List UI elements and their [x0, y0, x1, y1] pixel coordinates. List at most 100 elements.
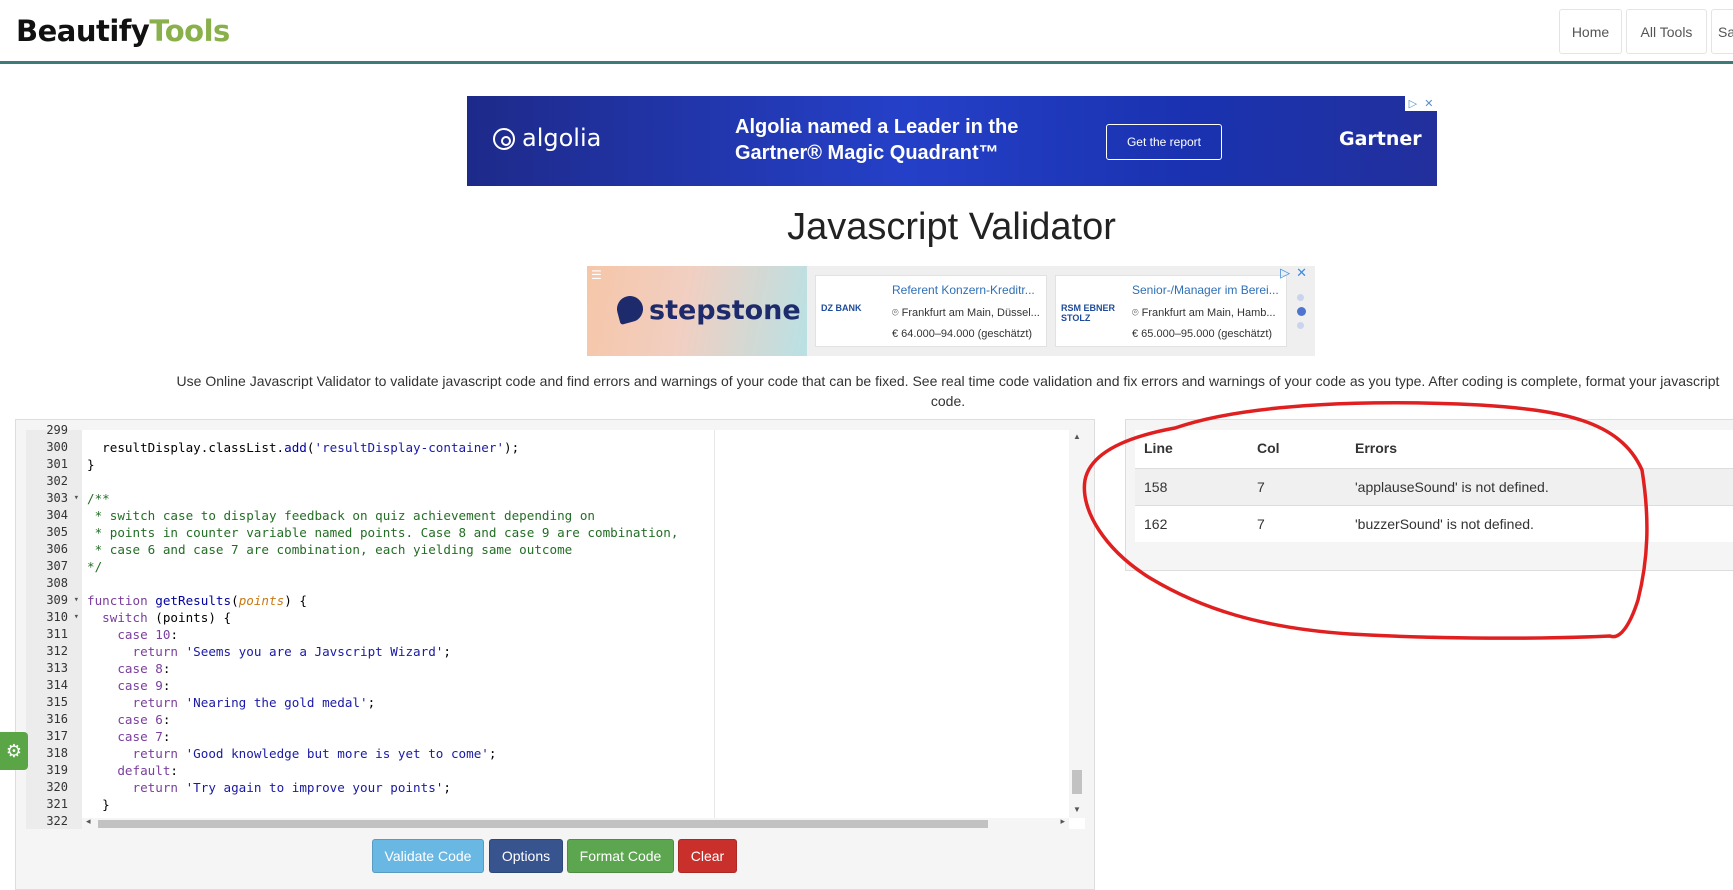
fold-toggle-icon[interactable]: ▾ [74, 592, 79, 609]
job-salary: € 64.000–94.000 (geschätzt) [892, 328, 1033, 340]
line-number: 310 ▾ [46, 609, 79, 626]
code-line[interactable]: */ [87, 558, 102, 575]
code-line[interactable]: case 7: [87, 728, 170, 745]
line-number: 305 [46, 525, 68, 539]
ad-banner-algolia[interactable]: algolia Algolia named a Leader in the Ga… [467, 96, 1437, 186]
top-navbar: BeautifyTools Home All Tools Sa [0, 0, 1733, 64]
errors-panel: Line Col Errors 158 7 'applauseSound' is… [1125, 419, 1733, 571]
line-number: 319 [46, 763, 68, 777]
code-line[interactable]: } [87, 796, 110, 813]
company-logo: RSM EBNER STOLZ [1061, 303, 1116, 323]
scrollbar-thumb[interactable] [1072, 770, 1082, 794]
code-line[interactable]: resultDisplay.classList.add('resultDispl… [87, 439, 519, 456]
scroll-left-arrow-icon[interactable]: ◂ [86, 816, 91, 827]
error-line: 158 [1144, 479, 1168, 495]
line-number: 316 [46, 712, 68, 726]
table-row[interactable]: 158 7 'applauseSound' is not defined. [1135, 468, 1733, 505]
job-card[interactable]: DZ BANK Referent Konzern-Kreditr... ⌾ Fr… [815, 275, 1047, 347]
line-number: 303 ▾ [46, 490, 79, 507]
code-line[interactable]: return 'Nearing the gold medal'; [87, 694, 376, 711]
table-header-row: Line Col Errors [1135, 430, 1733, 468]
line-number: 321 [46, 797, 68, 811]
column-header-line: Line [1144, 440, 1173, 456]
code-line[interactable]: case 6: [87, 711, 170, 728]
job-card[interactable]: RSM EBNER STOLZ Senior-/Manager im Berei… [1055, 275, 1287, 347]
nav-all-tools[interactable]: All Tools [1626, 9, 1707, 54]
line-number: 318 [46, 746, 68, 760]
error-line: 162 [1144, 516, 1168, 532]
ad-choices-icon[interactable]: ▷✕ [1405, 96, 1437, 111]
code-line[interactable]: } [87, 456, 95, 473]
line-number-gutter: 299 300 301 302 303 ▾ 304 305 306 307 308 309 ▾ 310 ▾ 3… [26, 423, 82, 829]
ad-choices-icon[interactable]: ▷✕ [1280, 265, 1313, 281]
line-number: 312 [46, 644, 68, 658]
horizontal-scrollbar[interactable]: ◂ ▸ [82, 816, 1069, 829]
format-code-button[interactable]: Format Code [567, 839, 674, 873]
scroll-up-arrow-icon[interactable]: ▲ [1069, 432, 1085, 441]
line-number: 313 [46, 661, 68, 675]
code-line[interactable]: switch (points) { [87, 609, 231, 626]
clear-button[interactable]: Clear [678, 839, 737, 873]
code-line[interactable]: default: [87, 762, 178, 779]
code-line[interactable]: return 'Seems you are a Javscript Wizard… [87, 643, 451, 660]
ad-headline: Algolia named a Leader in the Gartner® M… [735, 116, 1019, 164]
line-number: 307 [46, 559, 68, 573]
validate-code-button[interactable]: Validate Code [372, 839, 484, 873]
line-number: 302 [46, 474, 68, 488]
table-row[interactable]: 162 7 'buzzerSound' is not defined. [1135, 505, 1733, 542]
nav-home[interactable]: Home [1559, 9, 1622, 54]
page-title: Javascript Validator [787, 206, 1116, 248]
site-logo[interactable]: BeautifyTools [16, 14, 230, 48]
print-margin [714, 430, 715, 818]
ad-partner-logo: Gartner [1339, 128, 1422, 150]
code-line[interactable]: return 'Try again to improve your points… [87, 779, 451, 796]
nav-truncated-item[interactable]: Sa [1711, 9, 1733, 54]
logo-text-green: Tools [149, 14, 230, 48]
job-title: Referent Konzern-Kreditr... [892, 283, 1035, 297]
line-number: 314 [46, 678, 68, 692]
vertical-scrollbar[interactable]: ▲ ▼ [1069, 430, 1085, 818]
code-line[interactable]: * points in counter variable named point… [87, 524, 679, 541]
editor-panel: 299 300 301 302 303 ▾ 304 305 306 307 308 309 ▾ 310 ▾ 3… [15, 419, 1095, 890]
line-number: 315 [46, 695, 68, 709]
line-number: 311 [46, 627, 68, 641]
code-line[interactable]: case 10: [87, 626, 178, 643]
line-number: 306 [46, 542, 68, 556]
error-col: 7 [1257, 479, 1265, 495]
options-button[interactable]: Options [489, 839, 563, 873]
code-line[interactable]: case 8: [87, 660, 170, 677]
scroll-down-arrow-icon[interactable]: ▼ [1069, 805, 1085, 814]
job-salary: € 65.000–95.000 (geschätzt) [1132, 328, 1273, 340]
code-line[interactable]: return 'Good knowledge but more is yet t… [87, 745, 497, 762]
error-message: 'applauseSound' is not defined. [1355, 479, 1549, 495]
line-number: 304 [46, 508, 68, 522]
scroll-right-arrow-icon[interactable]: ▸ [1060, 816, 1065, 827]
error-col: 7 [1257, 516, 1265, 532]
code-line[interactable]: case 9: [87, 677, 170, 694]
job-location: ⌾ Frankfurt am Main, Düssel... [892, 307, 1040, 319]
code-line[interactable]: * switch case to display feedback on qui… [87, 507, 595, 524]
code-editor[interactable]: 299 300 301 302 303 ▾ 304 305 306 307 308 309 ▾ 310 ▾ 3… [26, 423, 1085, 829]
ad-cta-button[interactable]: Get the report [1106, 124, 1222, 160]
stepstone-logo-icon [614, 293, 646, 325]
fold-toggle-icon[interactable]: ▾ [74, 609, 79, 626]
line-number: 322 [46, 814, 68, 828]
stepstone-brand: stepstone [649, 295, 801, 326]
line-number: 308 [46, 576, 68, 590]
code-line[interactable]: function getResults(points) { [87, 592, 307, 609]
logo-text-dark: Beautify [16, 14, 150, 48]
ad-banner-jobs[interactable]: ☰ stepstone DZ BANK Referent Konzern-Kre… [587, 265, 1315, 356]
company-logo: DZ BANK [821, 303, 862, 313]
stepstone-panel[interactable]: ☰ stepstone [587, 266, 807, 356]
error-message: 'buzzerSound' is not defined. [1355, 516, 1534, 532]
line-number: 320 [46, 780, 68, 794]
scrollbar-thumb[interactable] [98, 820, 988, 828]
code-line[interactable]: /** [87, 490, 110, 507]
code-line[interactable]: * case 6 and case 7 are combination, eac… [87, 541, 573, 558]
job-location-text: Frankfurt am Main, Hamb... [1141, 307, 1276, 319]
line-number: 301 [46, 457, 68, 471]
job-title: Senior-/Manager im Berei... [1132, 283, 1279, 297]
settings-gear-icon[interactable]: ⚙ [0, 732, 28, 770]
fold-toggle-icon[interactable]: ▾ [74, 490, 79, 507]
carousel-dots[interactable] [1297, 294, 1307, 335]
